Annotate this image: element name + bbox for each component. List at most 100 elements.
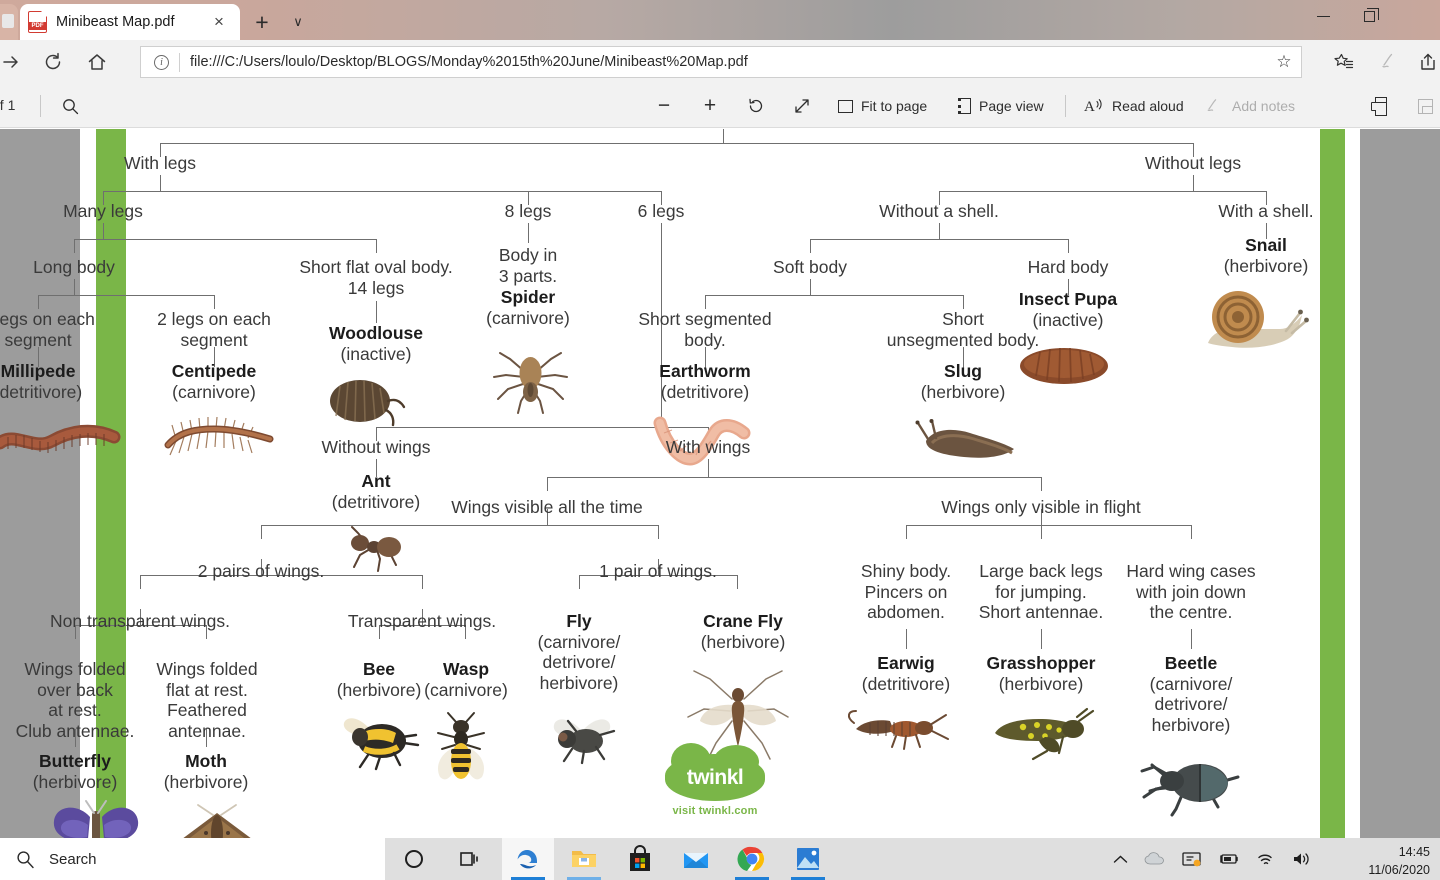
species-slug: Slug (herbivore) [903,361,1023,402]
species-beetle: Beetle (carnivore/ detrivore/ herbivore) [1111,653,1271,736]
connector [547,477,549,491]
grasshopper-illustration [987,707,1095,761]
short-seg-line1: Short segmented [638,309,772,329]
taskbar-app-chrome[interactable] [726,838,778,880]
window-restore-button[interactable] [1346,0,1392,33]
node-grasshopper-criteria: Large back legs for jumping. Short anten… [961,561,1121,623]
fullscreen-expand-button[interactable] [786,90,818,122]
toolbar-divider [40,95,41,117]
moth-name: Moth [185,751,227,771]
favorites-icon[interactable] [1324,45,1364,79]
taskbar-app-microsoft-store[interactable] [614,838,666,880]
tab-title: Minibeast Map.pdf [56,14,175,30]
connector [1041,525,1043,539]
connector [103,191,661,193]
zoom-out-button[interactable]: − [648,90,680,122]
connector [547,477,1041,479]
spider-illustration [488,341,572,417]
fit-to-page-button[interactable]: Fit to page [838,90,927,122]
cortana-button[interactable] [388,838,440,880]
refresh-button[interactable] [36,45,70,79]
body-parts-line1: Body in [498,245,558,265]
zoom-in-button[interactable]: + [694,90,726,122]
taskbar-search-box[interactable]: Search [0,838,385,880]
earwig-crit-1: Shiny body. [860,561,952,581]
node-with-wings: With wings [665,437,751,457]
taskbar-app-photos[interactable] [782,838,834,880]
taskbar-app-mail[interactable] [670,838,722,880]
add-notes-button[interactable]: Add notes [1204,90,1295,122]
window-minimize-button[interactable] [1300,0,1346,33]
minibeast-classification-tree: With legs Without legs Many legs 8 legs … [0,129,1360,838]
page-view-button[interactable]: Page view [958,90,1044,122]
address-bar[interactable]: i file:///C:/Users/loulo/Desktop/BLOGS/M… [140,46,1302,78]
svg-text:A: A [1084,99,1095,115]
node-short-flat-oval: Short flat oval body. 14 legs [276,257,476,298]
display-projection-icon[interactable] [1182,851,1202,868]
connector [74,239,76,253]
node-2-pairs-of-wings: 2 pairs of wings. [197,561,325,581]
add-favorite-star-icon[interactable]: ☆ [1267,47,1301,77]
page-number-label: of 1 [0,97,16,113]
connector [1068,239,1070,253]
onedrive-icon[interactable] [1144,852,1166,866]
fly-diet-2: detrivore/ [542,652,616,673]
battery-icon[interactable] [1218,852,1240,866]
beetle-crit-2: with join down [1136,581,1246,602]
share-icon[interactable] [1408,45,1440,79]
two-legs-line1: 2 legs on each [157,309,271,329]
species-centipede: Centipede (carnivore) [146,361,282,402]
chevron-up-icon[interactable] [1113,854,1128,865]
new-tab-button[interactable]: + [248,8,276,36]
save-button[interactable] [1410,90,1440,122]
slug-diet: (herbivore) [920,381,1006,402]
node-butterfly-criteria: Wings folded over back at rest. Club ant… [0,659,150,742]
beetle-diet-3: herbivore) [1151,714,1231,735]
pdf-document-viewport[interactable]: With legs Without legs Many legs 8 legs … [0,129,1440,838]
fit-to-page-label: Fit to page [861,98,928,114]
twinkl-url-text: visit twinkl.com [672,805,758,817]
home-button[interactable] [80,45,114,79]
close-tab-icon[interactable]: × [206,9,232,35]
find-in-page-search-icon[interactable] [55,90,85,122]
taskbar-app-file-explorer[interactable] [558,838,610,880]
snail-name: Snail [1245,235,1287,255]
wifi-icon[interactable] [1256,851,1276,867]
connector [939,223,941,239]
node-with-legs: With legs [124,153,196,173]
connector [658,525,660,539]
forward-button[interactable] [0,45,28,79]
woodlouse-name: Woodlouse [329,323,423,343]
taskbar-clock[interactable]: 14:45 11/06/2020 [1368,843,1430,879]
millipede-illustration [0,417,122,457]
bee-illustration [338,713,426,771]
tab-menu-chevron-down-icon[interactable]: ∨ [284,8,312,36]
connector [422,575,424,589]
url-text: file:///C:/Users/loulo/Desktop/BLOGS/Mon… [190,54,748,70]
connector [74,239,376,241]
node-hard-body: Hard body [1027,257,1109,277]
rotate-button[interactable] [740,90,772,122]
background-tab-partial[interactable] [0,4,18,40]
taskbar-app-edge[interactable] [502,838,554,880]
read-aloud-label: Read aloud [1112,98,1184,114]
ant-illustration [336,525,414,575]
save-icon [1417,98,1433,114]
insect-pupa-name: Insect Pupa [1018,289,1118,309]
node-with-shell: With a shell. [1218,201,1314,221]
beetle-diet-1: (carnivore/ [1149,673,1233,694]
browser-tab-active[interactable]: Minibeast Map.pdf × [20,4,240,40]
minimize-icon [1316,15,1330,18]
print-icon [1371,96,1387,116]
site-info-icon[interactable]: i [154,54,169,70]
print-button[interactable] [1364,90,1394,122]
volume-icon[interactable] [1292,851,1312,867]
node-1-pair-of-wings: 1 pair of wings. [599,561,717,581]
butterfly-crit-1: Wings folded [24,659,126,679]
read-aloud-button[interactable]: A Read aloud [1084,90,1184,122]
centipede-name: Centipede [171,361,257,381]
butterfly-illustration [50,800,142,838]
node-moth-criteria: Wings folded flat at rest. Feathered ant… [132,659,282,742]
web-notes-icon[interactable] [1368,45,1408,79]
task-view-button[interactable] [444,838,496,880]
